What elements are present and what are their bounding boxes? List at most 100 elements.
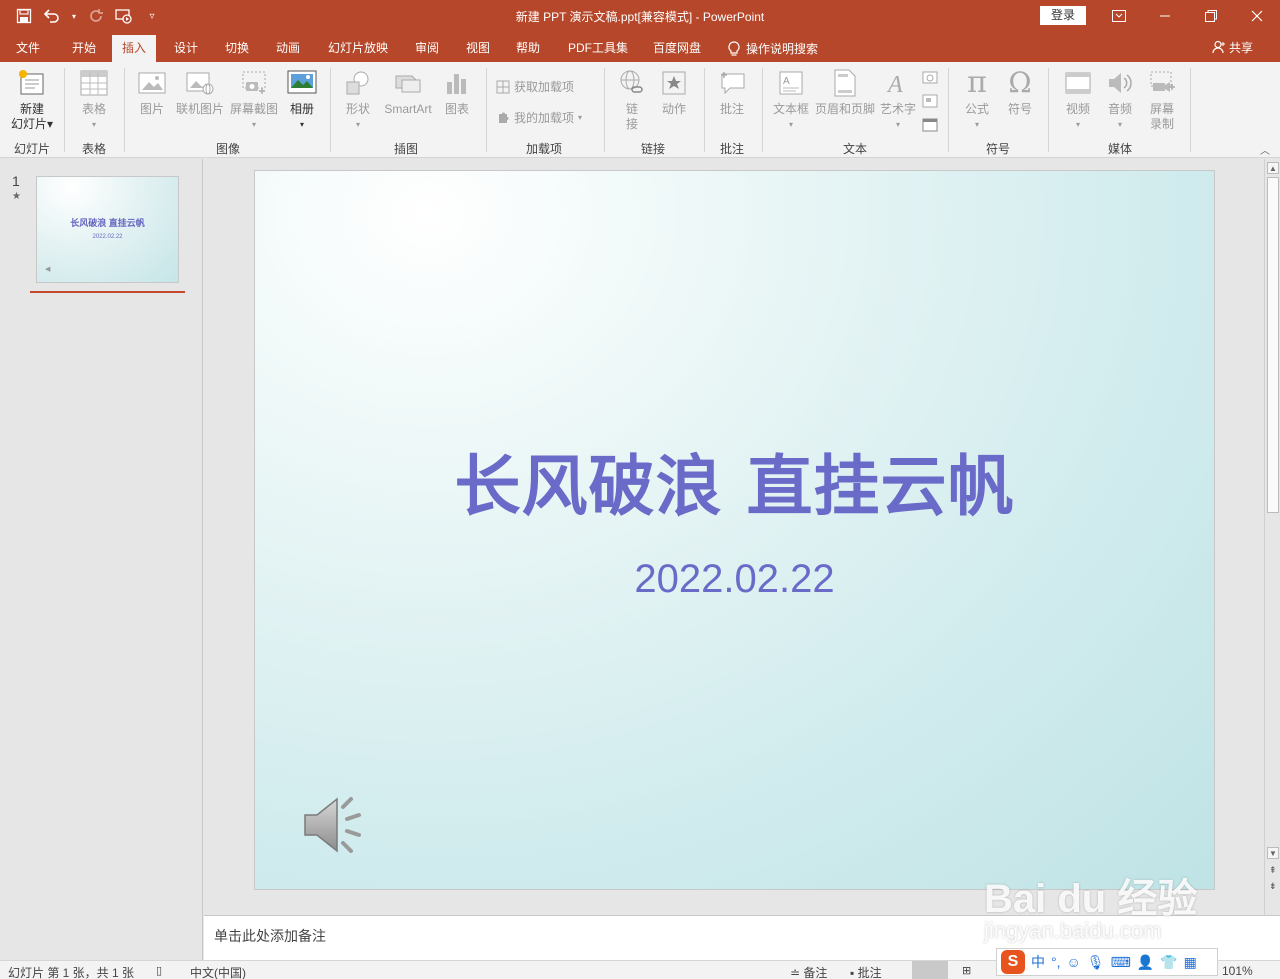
symbol-button[interactable]: Ω 符号 xyxy=(1000,68,1040,117)
save-icon[interactable] xyxy=(14,6,34,26)
normal-view-icon[interactable] xyxy=(912,961,948,979)
zoom-level[interactable]: 101% xyxy=(1222,964,1253,978)
tab-insert[interactable]: 插入 xyxy=(112,35,157,62)
date-time-icon[interactable] xyxy=(922,70,938,87)
new-slide-button[interactable]: 新建 幻灯片▾ xyxy=(6,68,58,132)
audio-speaker-icon[interactable] xyxy=(301,793,371,857)
video-label: 视频 xyxy=(1065,102,1090,116)
tab-animations[interactable]: 动画 xyxy=(266,35,310,62)
collapse-ribbon-icon[interactable]: ︿ xyxy=(1260,142,1270,157)
undo-icon[interactable] xyxy=(42,6,62,26)
comments-toggle-button[interactable]: ▪ 批注 xyxy=(850,964,882,979)
tab-transitions[interactable]: 切换 xyxy=(215,35,259,62)
tab-pdf-tools[interactable]: PDF工具集 xyxy=(558,35,638,62)
share-button[interactable]: 共享 xyxy=(1212,35,1253,62)
restore-icon[interactable] xyxy=(1188,0,1234,32)
sogou-logo-icon[interactable]: S xyxy=(1001,950,1025,974)
group-separator xyxy=(330,68,331,152)
slide-sorter-icon[interactable]: ⊞ xyxy=(962,964,971,977)
wordart-button[interactable]: A 艺术字 ▾ xyxy=(878,68,918,132)
slide-canvas[interactable]: 长风破浪 直挂云帆 2022.02.22 xyxy=(254,170,1215,890)
action-label: 动作 xyxy=(661,102,686,116)
group-separator xyxy=(1190,68,1191,152)
group-label-links: 链接 xyxy=(640,142,665,156)
previous-slide-icon[interactable]: ⇞ xyxy=(1269,865,1277,876)
tab-help[interactable]: 帮助 xyxy=(506,35,550,62)
textbox-icon: A xyxy=(776,68,806,98)
tab-view[interactable]: 视图 xyxy=(456,35,500,62)
link-button[interactable]: 链 接 xyxy=(614,68,650,132)
ime-punctuation-toggle[interactable]: °, xyxy=(1051,954,1061,970)
minimize-icon[interactable] xyxy=(1142,0,1188,32)
scroll-down-icon[interactable]: ▼ xyxy=(1267,847,1279,859)
object-icon[interactable] xyxy=(922,118,938,135)
get-addins-label: 获取加载项 xyxy=(514,80,575,94)
toolbox-icon[interactable]: ▦ xyxy=(1184,954,1197,971)
customize-qat-icon[interactable]: ▿ xyxy=(142,6,162,26)
language-status[interactable]: 中文(中国) xyxy=(190,964,246,979)
next-slide-icon[interactable]: ⇟ xyxy=(1269,881,1277,892)
omega-icon: Ω xyxy=(1008,66,1032,99)
vertical-scrollbar[interactable]: ▲ ▼ ⇞ ⇟ xyxy=(1264,159,1280,915)
slide-subtitle-date[interactable]: 2022.02.22 xyxy=(255,557,1214,602)
picture-button[interactable]: 图片 xyxy=(134,68,170,117)
user-icon[interactable]: 👤 xyxy=(1137,954,1154,971)
group-label-symbols: 符号 xyxy=(985,142,1010,156)
film-icon xyxy=(1063,68,1093,98)
login-button[interactable]: 登录 xyxy=(1040,6,1086,25)
symbol-label: 符号 xyxy=(1007,102,1032,116)
textbox-button[interactable]: A 文本框 ▾ xyxy=(770,68,812,132)
redo-icon[interactable] xyxy=(86,6,106,26)
microphone-icon[interactable]: 🎙 xyxy=(1087,954,1105,971)
scroll-up-icon[interactable]: ▲ xyxy=(1267,162,1279,174)
photo-album-button[interactable]: 相册 ▾ xyxy=(282,68,322,132)
link-icon xyxy=(617,68,647,98)
get-addins-button[interactable]: 获取加载项 xyxy=(496,78,574,95)
present-from-start-icon[interactable] xyxy=(114,6,134,26)
tab-slideshow[interactable]: 幻灯片放映 xyxy=(318,35,398,62)
keyboard-icon[interactable]: ⌨ xyxy=(1111,954,1131,971)
group-separator xyxy=(486,68,487,152)
textbox-label: 文本框 xyxy=(772,102,809,116)
tab-baidu-netdisk[interactable]: 百度网盘 xyxy=(643,35,711,62)
tab-home[interactable]: 开始 xyxy=(62,35,106,62)
video-button[interactable]: 视频 ▾ xyxy=(1058,68,1098,132)
tab-design[interactable]: 设计 xyxy=(164,35,208,62)
shapes-icon xyxy=(343,68,373,98)
action-button[interactable]: 动作 xyxy=(656,68,692,117)
screen-recording-label-2: 录制 xyxy=(1149,117,1174,131)
online-picture-button[interactable]: 联机图片 xyxy=(174,68,226,117)
comment-button[interactable]: 批注 xyxy=(712,68,752,117)
scrollbar-thumb[interactable] xyxy=(1267,177,1279,513)
speaker-icon xyxy=(1105,68,1135,98)
emoji-icon[interactable]: ☺ xyxy=(1067,954,1081,970)
tell-me-search[interactable]: 操作说明搜索 xyxy=(728,35,818,62)
close-icon[interactable] xyxy=(1234,0,1280,32)
ime-mode-toggle[interactable]: 中 xyxy=(1031,952,1045,972)
screenshot-button[interactable]: 屏幕截图 ▾ xyxy=(228,68,280,132)
screen-recording-button[interactable]: 屏幕 录制 xyxy=(1142,68,1182,132)
slide-title[interactable]: 长风破浪 直挂云帆 xyxy=(255,433,1214,529)
new-slide-icon xyxy=(17,68,47,98)
undo-dropdown-icon[interactable]: ▾ xyxy=(70,6,78,26)
shapes-button[interactable]: 形状 ▾ xyxy=(338,68,378,132)
skin-icon[interactable]: 👕 xyxy=(1160,954,1177,971)
table-button[interactable]: 表格 ▾ xyxy=(72,68,116,132)
chart-button[interactable]: 图表 xyxy=(440,68,474,117)
animation-star-icon: ★ xyxy=(12,191,21,202)
tab-file[interactable]: 文件 xyxy=(6,35,50,62)
slide-number-icon[interactable] xyxy=(922,94,938,111)
ribbon-display-options-icon[interactable] xyxy=(1096,0,1142,32)
my-addins-button[interactable]: 我的加载项 ▾ xyxy=(496,109,582,126)
audio-button[interactable]: 音频 ▾ xyxy=(1100,68,1140,132)
comment-label: 批注 xyxy=(719,102,744,116)
smartart-button[interactable]: SmartArt xyxy=(380,68,436,117)
slide-thumbnail[interactable]: 长风破浪 直挂云帆 2022.02.22 ◀ xyxy=(36,176,179,283)
notes-toggle-button[interactable]: ≐ 备注 xyxy=(790,964,827,979)
chart-icon xyxy=(442,68,472,98)
accessibility-icon[interactable]: ▯ xyxy=(156,964,162,977)
tab-review[interactable]: 审阅 xyxy=(405,35,449,62)
header-footer-icon xyxy=(830,68,860,98)
header-footer-button[interactable]: 页眉和页脚 xyxy=(814,68,876,117)
equation-button[interactable]: π 公式 ▾ xyxy=(956,68,998,132)
